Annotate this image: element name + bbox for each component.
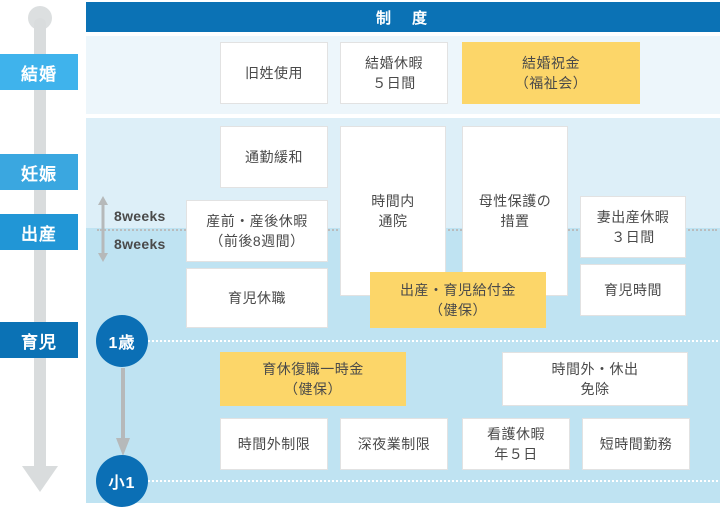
- benefit-box-line: 旧姓使用: [245, 64, 303, 81]
- timeline-arrow-icon: [22, 466, 58, 492]
- benefit-box-line: （健保）: [429, 302, 487, 318]
- benefit-box-ikuji-jikan[interactable]: 育児時間: [580, 264, 686, 316]
- benefit-box-jikangai-kyushutsu[interactable]: 時間外・休出 免除: [502, 352, 688, 406]
- benefit-box-text: 深夜業制限: [358, 434, 431, 454]
- benefit-box-jikannai-tsuin[interactable]: 時間内 通院: [340, 126, 446, 296]
- benefit-box-ikukyu-fukushoku[interactable]: 育休復職一時金 （健保）: [220, 352, 406, 406]
- benefit-box-jikangai-seigen[interactable]: 時間外制限: [220, 418, 328, 470]
- benefit-box-line: 免除: [580, 381, 610, 397]
- benefit-box-bosei-hogo[interactable]: 母性保護の 措置: [462, 126, 568, 296]
- benefit-box-text: 時間外制限: [238, 434, 311, 454]
- benefit-box-line: 看護休暇: [487, 425, 545, 442]
- eight-weeks-after-label: 8weeks: [114, 236, 166, 252]
- age-node-label: 1歳: [108, 335, 136, 352]
- timeline-stage-label: 妊娠: [21, 164, 57, 184]
- benefit-box-kango-kyuka[interactable]: 看護休暇年５日: [462, 418, 570, 470]
- benefit-box-line: 育休復職一時金: [262, 360, 364, 377]
- benefit-box-line: 育児時間: [604, 281, 662, 298]
- benefit-box-line: ３日間: [611, 229, 655, 245]
- timeline-stage-label: 結婚: [21, 64, 57, 84]
- timeline-stage-label: 出産: [21, 224, 57, 244]
- benefit-box-text: 短時間勤務: [600, 434, 673, 454]
- benefit-box-line: （健保）: [284, 381, 342, 397]
- childcare-period-arrow-icon: [116, 368, 130, 456]
- benefit-box-line: 産前・産後休暇: [206, 212, 308, 229]
- benefit-box-line: 時間外制限: [237, 435, 311, 452]
- age-node-label: 小1: [108, 475, 136, 492]
- benefit-box-line: 通勤緩和: [245, 148, 303, 165]
- benefit-box-text: 旧姓使用: [245, 63, 303, 83]
- benefit-box-text: 母性保護の 措置: [479, 191, 552, 232]
- benefit-box-tsuma-shussan-kyuka[interactable]: 妻出産休暇 ３日間: [580, 196, 686, 258]
- benefit-box-text: 産前・産後休暇 （前後8週間）: [206, 211, 308, 252]
- benefit-box-line: （福祉会）: [514, 75, 588, 91]
- benefit-box-line: 短時間勤務: [599, 435, 673, 452]
- benefit-box-line: 育児休職: [228, 289, 286, 306]
- benefit-box-tanjikan-kinmu[interactable]: 短時間勤務: [582, 418, 690, 470]
- benefit-box-tsukin-kanwa[interactable]: 通勤緩和: [220, 126, 328, 188]
- benefit-box-text: 時間外・休出 免除: [552, 359, 639, 400]
- benefit-box-line: 時間外・休出: [551, 360, 639, 377]
- eight-weeks-before-label: 8weeks: [114, 208, 166, 224]
- benefit-box-text: 通勤緩和: [245, 147, 303, 167]
- timeline-stage-2: 出産: [0, 214, 78, 250]
- benefit-box-line: 通院: [378, 213, 408, 229]
- age-node-1: 小1: [96, 455, 148, 507]
- benefit-box-kekkon-shukukin[interactable]: 結婚祝金 （福祉会）: [462, 42, 640, 104]
- benefit-box-line: 母性保護の: [478, 192, 552, 209]
- benefit-box-text: 育休復職一時金 （健保）: [262, 359, 364, 400]
- timeline-stage-label: 育児: [21, 332, 57, 352]
- age-school-divider-line: [140, 480, 718, 482]
- benefit-box-line: （前後8週間）: [209, 233, 305, 249]
- benefit-box-line: 出産・育児給付金: [400, 281, 516, 298]
- benefit-box-kyusei-shiyou[interactable]: 旧姓使用: [220, 42, 328, 104]
- timeline-stage-3: 育児: [0, 322, 78, 358]
- timeline-stage-0: 結婚: [0, 54, 78, 90]
- benefit-box-line: 結婚休暇: [365, 54, 423, 71]
- benefit-box-text: 時間内 通院: [371, 191, 415, 232]
- age-node-0: 1歳: [96, 315, 148, 367]
- benefit-box-text: 育児時間: [604, 280, 662, 300]
- lifecycle-benefits-diagram: 制 度 結婚 妊娠 出産 育児 8weeks 8weeks 旧姓使用 結婚休暇 ５日間 結婚…: [0, 0, 720, 507]
- benefit-box-sanzen-sango-kyuka[interactable]: 産前・産後休暇 （前後8週間）: [186, 200, 328, 262]
- benefit-box-line: 結婚祝金: [522, 54, 580, 71]
- benefit-box-text: 結婚祝金 （福祉会）: [515, 53, 588, 94]
- benefit-box-text: 看護休暇年５日: [487, 424, 545, 465]
- benefit-box-text: 結婚休暇 ５日間: [365, 53, 423, 94]
- timeline-stage-1: 妊娠: [0, 154, 78, 190]
- benefit-box-line: 年５日: [494, 446, 538, 462]
- benefit-box-line: 深夜業制限: [357, 435, 431, 452]
- benefit-box-line: 措置: [500, 213, 530, 229]
- benefit-box-kekkon-kyuka[interactable]: 結婚休暇 ５日間: [340, 42, 448, 104]
- benefit-box-line: 時間内: [371, 192, 415, 209]
- benefit-box-text: 育児休職: [228, 288, 286, 308]
- age-1-divider-line: [140, 340, 718, 342]
- benefit-box-line: 妻出産休暇: [596, 208, 670, 225]
- benefit-box-shussan-ikuji-kyufu[interactable]: 出産・育児給付金 （健保）: [370, 272, 546, 328]
- benefit-box-shinyagyou-seigen[interactable]: 深夜業制限: [340, 418, 448, 470]
- benefit-box-line: ５日間: [372, 75, 416, 91]
- benefit-box-text: 妻出産休暇 ３日間: [597, 207, 670, 248]
- benefit-box-ikuji-kyushoku[interactable]: 育児休職: [186, 268, 328, 328]
- header-title: 制 度: [86, 2, 720, 32]
- benefit-box-text: 出産・育児給付金 （健保）: [400, 280, 516, 321]
